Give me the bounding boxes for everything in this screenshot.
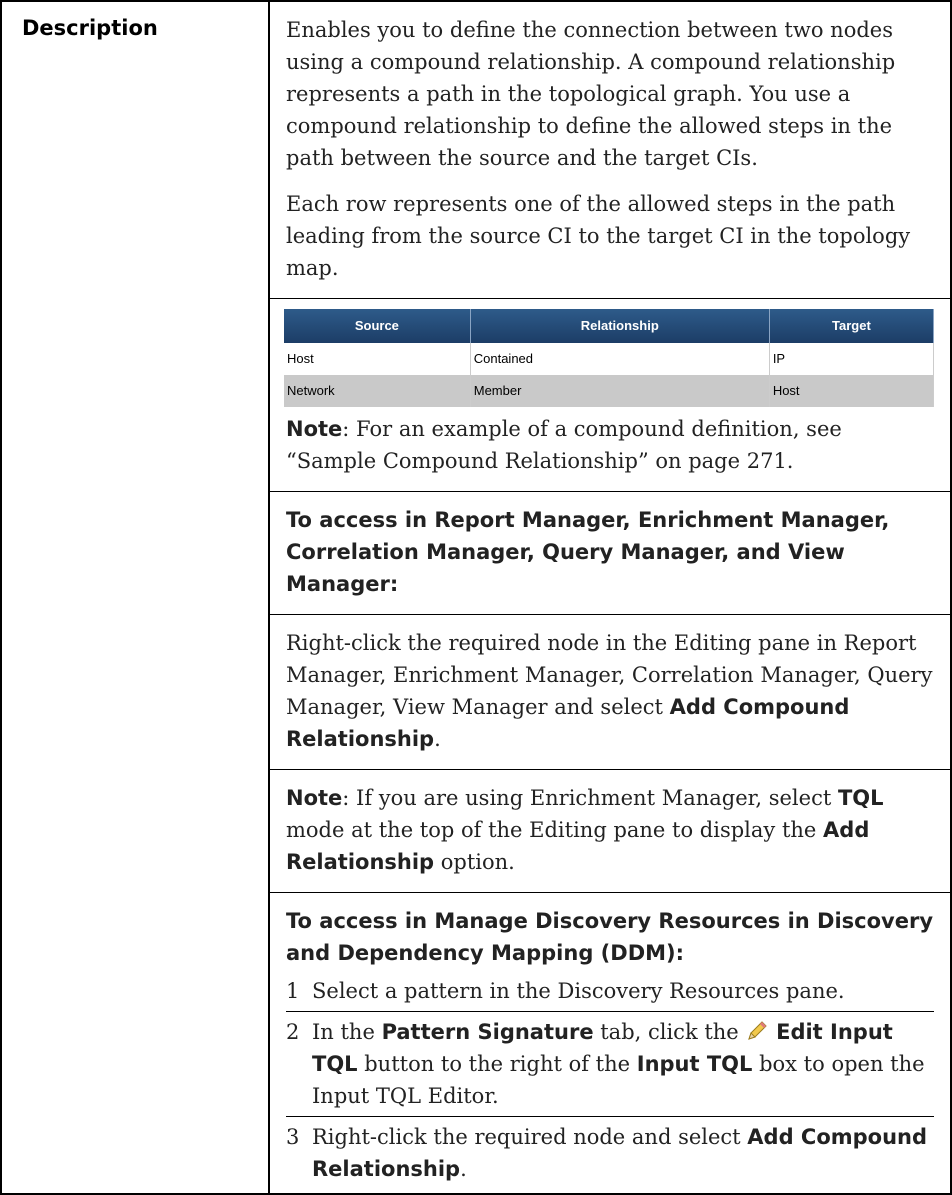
note2-text-3: option. [434, 850, 515, 874]
note2-label: Note [286, 786, 343, 810]
access1-heading: To access in Report Manager, Enrichment … [286, 508, 890, 596]
table-row: Host Contained IP [284, 343, 935, 375]
access1-text-cell: Right-click the required node in the Edi… [270, 615, 950, 770]
header-source: Source [284, 309, 471, 343]
description-body: Enables you to define the connection bet… [268, 0, 952, 1195]
intro-paragraph-1: Enables you to define the connection bet… [286, 18, 896, 170]
tql-mode-label: TQL [837, 786, 884, 810]
access2-heading: To access in Manage Discovery Resources … [286, 909, 934, 965]
step-number: 1 [286, 979, 300, 1003]
table-cell: Host [769, 375, 935, 407]
list-item: 3 Right-click the required node and sele… [286, 1116, 934, 1189]
step-text-part: Right-click the required node and select [312, 1125, 748, 1149]
pencil-icon [745, 1019, 769, 1043]
access1-text-post: . [434, 727, 441, 751]
step-text-part: button to the right of the [357, 1052, 637, 1076]
access1-heading-cell: To access in Report Manager, Enrichment … [270, 492, 950, 615]
input-tql-label: Input TQL [636, 1052, 753, 1076]
table-header-row: Source Relationship Target [284, 309, 935, 343]
compound-steps-table: Source Relationship Target Host Containe… [284, 309, 935, 407]
step-text-part: tab, click the [593, 1020, 746, 1044]
steps-list: 1 Select a pattern in the Discovery Reso… [286, 971, 934, 1189]
step-text-part: In the [312, 1020, 382, 1044]
description-label: Description [0, 0, 270, 1195]
note1-text: : For an example of a compound definitio… [286, 417, 842, 473]
table-cell: Contained [470, 343, 770, 375]
table-cell: Network [284, 375, 471, 407]
step-number: 3 [286, 1125, 300, 1149]
table-cell: Host [284, 343, 471, 375]
pattern-signature-label: Pattern Signature [381, 1020, 594, 1044]
note2-cell: Note: If you are using Enrichment Manage… [270, 770, 950, 893]
table-cell: IP [769, 343, 935, 375]
note2-text-2: mode at the top of the Editing pane to d… [286, 818, 824, 842]
table-cell: Member [470, 375, 770, 407]
step-text: Select a pattern in the Discovery Resour… [312, 979, 845, 1003]
intro-paragraph-2: Each row represents one of the allowed s… [286, 192, 911, 280]
header-target: Target [769, 309, 935, 343]
note2-paragraph: Note: If you are using Enrichment Manage… [286, 782, 934, 878]
list-item: 2 In the Pattern Signature tab, click th… [286, 1011, 934, 1116]
note1-cell: Source Relationship Target Host Containe… [270, 299, 950, 492]
note1-label: Note [286, 417, 343, 441]
intro-cell: Enables you to define the connection bet… [270, 2, 950, 299]
step-text-part: . [460, 1157, 467, 1181]
table-row: Network Member Host [284, 375, 935, 407]
step-text: In the Pattern Signature tab, click the … [312, 1016, 934, 1112]
list-item: 1 Select a pattern in the Discovery Reso… [286, 971, 934, 1011]
access1-paragraph: Right-click the required node in the Edi… [286, 627, 934, 755]
step-text: Right-click the required node and select… [312, 1121, 934, 1185]
step-number: 2 [286, 1020, 300, 1044]
access2-cell: To access in Manage Discovery Resources … [270, 893, 950, 1193]
note1-paragraph: Note: For an example of a compound defin… [286, 413, 934, 477]
note2-text-1: : If you are using Enrichment Manager, s… [342, 786, 838, 810]
description-table: Description Enables you to define the co… [0, 0, 952, 1195]
header-relationship: Relationship [470, 309, 770, 343]
